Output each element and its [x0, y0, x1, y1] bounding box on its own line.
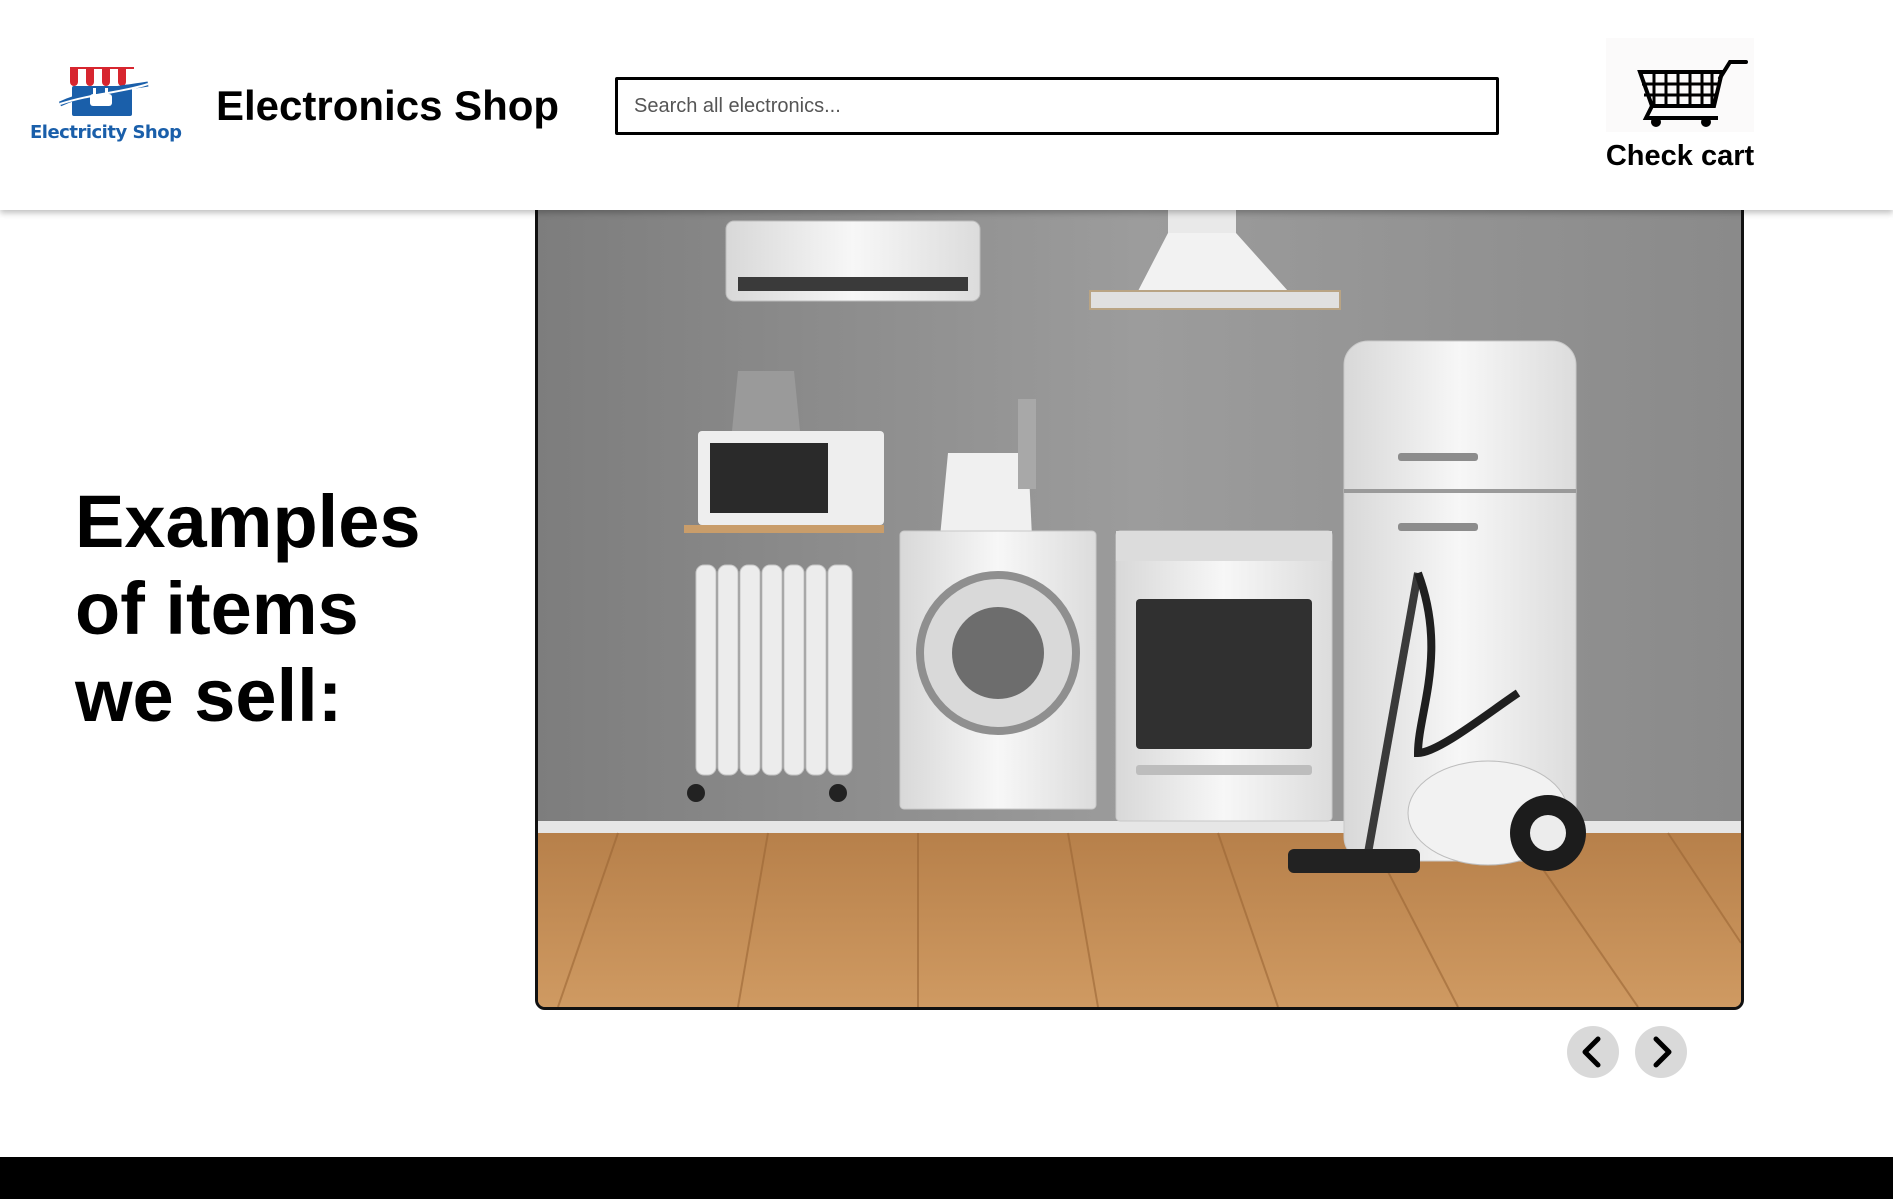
home-appliances-photo — [538, 153, 1741, 1007]
chevron-right-icon — [1653, 1036, 1672, 1068]
shop-title: Electronics Shop — [216, 82, 560, 129]
site-header: Electricity Shop Electronics Shop Check … — [0, 0, 1893, 210]
check-cart-label: Check cart — [1605, 140, 1755, 172]
logo-text: Electricity Shop — [30, 122, 182, 143]
chevron-left-icon — [1582, 1036, 1601, 1068]
heading-line: Examples — [75, 480, 421, 563]
heading-line: we sell: — [75, 654, 343, 737]
store-logo-icon — [58, 67, 149, 116]
carousel-prev-button[interactable] — [1567, 1026, 1619, 1078]
store-logo[interactable]: Electricity Shop — [30, 64, 182, 148]
site-footer — [0, 1157, 1893, 1199]
section-heading: Examples of items we sell: — [75, 478, 421, 739]
check-cart-button[interactable]: Check cart — [1598, 38, 1762, 178]
shopping-cart-icon — [1606, 38, 1754, 132]
search-input[interactable] — [615, 77, 1499, 135]
heading-line: of items — [75, 567, 359, 650]
carousel-next-button[interactable] — [1635, 1026, 1687, 1078]
product-carousel — [535, 150, 1744, 1010]
